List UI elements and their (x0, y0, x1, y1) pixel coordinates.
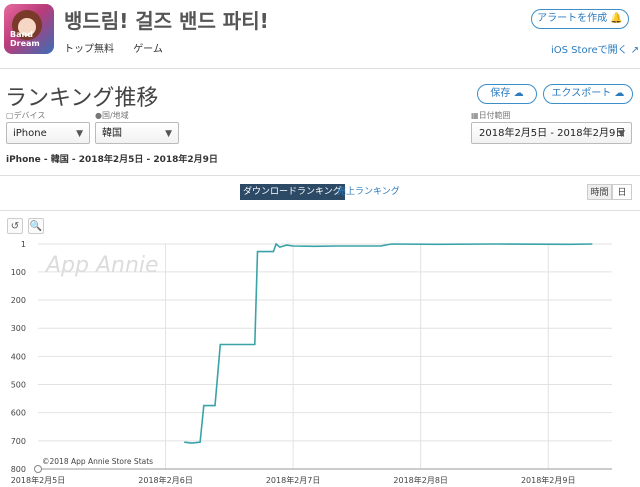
device-label: ▢デバイス (6, 111, 46, 120)
country-select[interactable]: 韓国 ▼ (95, 122, 179, 144)
chevron-down-icon: ▼ (76, 129, 83, 139)
y-tick-label: 500 (11, 381, 26, 390)
globe-icon: ● (95, 111, 102, 120)
app-icon-logo: Band Dream (10, 30, 40, 48)
filter-divider (0, 175, 640, 176)
y-tick-label: 300 (11, 324, 26, 333)
granularity-day-button[interactable]: 日 (612, 184, 632, 200)
zoom-icon[interactable]: 🔍 (28, 218, 44, 234)
header-divider (0, 68, 640, 69)
rank-type-label: トップ無料 (64, 44, 114, 55)
calendar-icon: ▦ (471, 111, 479, 120)
y-tick-label: 1 (21, 240, 26, 249)
tab-download-ranking[interactable]: ダウンロードランキング (240, 184, 345, 200)
chevron-down-icon: ▼ (618, 129, 625, 139)
date-range-label: ▦日付範囲 (471, 111, 511, 120)
y-tick-label: 100 (11, 268, 26, 277)
x-tick-label: 2018年2月8日 (393, 475, 448, 485)
app-meta: トップ無料 ゲーム (64, 40, 179, 55)
export-button[interactable]: エクスポート ☁ (543, 84, 633, 104)
page-title: ランキング推移 (5, 86, 159, 111)
y-tick-label: 600 (11, 409, 26, 418)
country-label: ●国/地域 (95, 111, 129, 120)
app-title: 뱅드림! 걸즈 밴드 파티! (64, 9, 269, 33)
open-ios-store-link[interactable]: iOS Storeで開く ↗ (551, 41, 639, 56)
app-icon: Band Dream (4, 4, 54, 54)
y-tick-label: 200 (11, 296, 26, 305)
granularity-hour-button[interactable]: 時間 (587, 184, 612, 200)
ranking-chart: 1 100 200 300 400 500 600 700 800 2018年2月5日 2018年… (11, 240, 612, 485)
filter-summary: iPhone - 韓国 - 2018年2月5日 - 2018年2月9日 (6, 155, 218, 165)
tab-sales-ranking[interactable]: 売上ランキング (337, 184, 400, 200)
watermark: App Annie (44, 253, 159, 278)
tabs-divider (0, 210, 640, 211)
reset-zoom-icon[interactable]: ↺ (7, 218, 23, 234)
x-tick-label: 2018年2月9日 (521, 475, 576, 485)
category-label: ゲーム (133, 44, 163, 55)
y-tick-label: 700 (11, 437, 26, 446)
x-tick-label: 2018年2月6日 (138, 475, 193, 485)
device-icon: ▢ (6, 111, 14, 120)
series-line (184, 242, 593, 444)
chevron-down-icon: ▼ (165, 129, 172, 139)
y-tick-label: 800 (11, 465, 26, 474)
device-select[interactable]: iPhone ▼ (6, 122, 90, 144)
chart-credit: ©2018 App Annie Store Stats (42, 457, 153, 466)
create-alert-button[interactable]: アラートを作成 🔔 (531, 9, 629, 29)
x-axis-handle[interactable] (34, 465, 42, 473)
x-tick-label: 2018年2月5日 (11, 475, 66, 485)
y-tick-label: 400 (11, 352, 26, 361)
x-tick-label: 2018年2月7日 (266, 475, 321, 485)
date-range-select[interactable]: 2018年2月5日 - 2018年2月9日 ▼ (471, 122, 632, 144)
save-button[interactable]: 保存 ☁ (477, 84, 537, 104)
